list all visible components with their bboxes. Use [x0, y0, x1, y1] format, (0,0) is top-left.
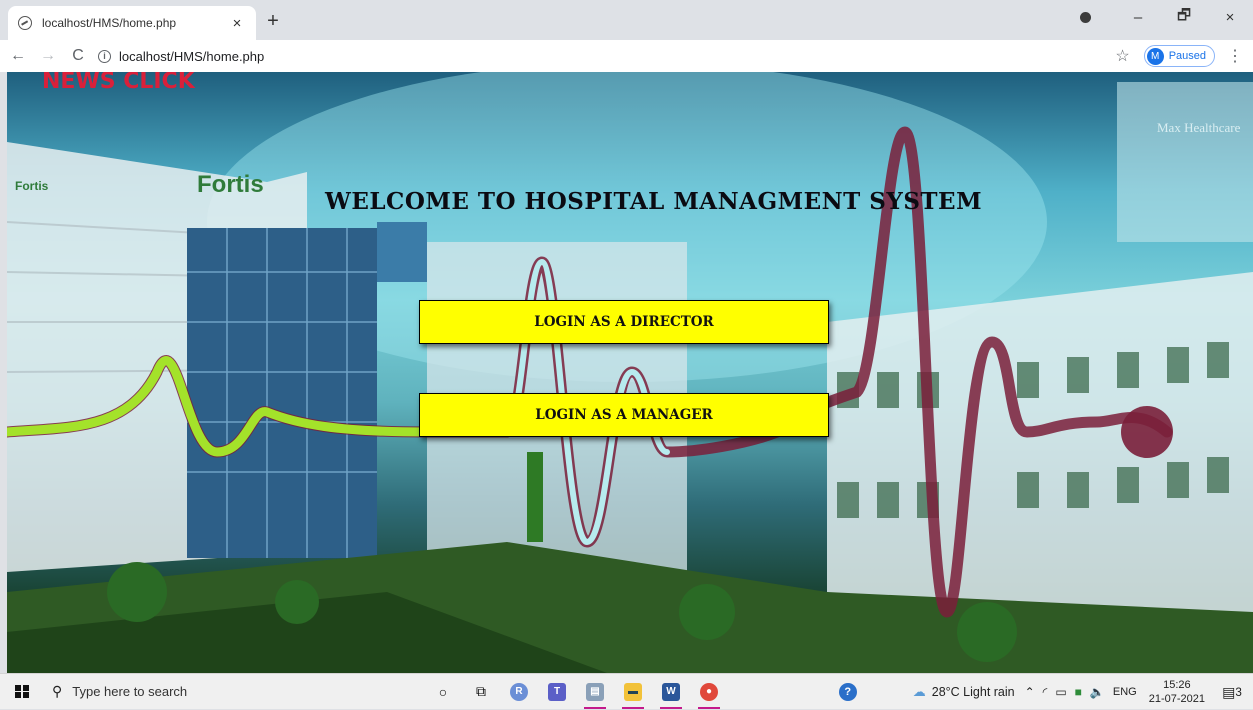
- file-explorer-icon[interactable]: ▬: [614, 675, 652, 709]
- app-tray-icon[interactable]: ■: [1075, 685, 1082, 699]
- wifi-icon[interactable]: ◜: [1043, 685, 1048, 699]
- r-app-icon[interactable]: R: [500, 675, 538, 709]
- reload-icon[interactable]: C: [66, 47, 90, 65]
- taskbar: ⚲ Type here to search ○ ⧉ R T ▤ ▬ W ● ? …: [0, 673, 1253, 709]
- language-indicator[interactable]: ENG: [1113, 686, 1137, 698]
- forward-arrow-icon[interactable]: →: [36, 47, 60, 65]
- notification-count: 3: [1235, 685, 1242, 699]
- record-indicator-icon: [1080, 11, 1091, 23]
- avatar: M: [1146, 47, 1164, 65]
- news-watermark: NEWS CLICK: [42, 72, 196, 94]
- bookmark-star-icon[interactable]: ☆: [1115, 46, 1129, 66]
- back-arrow-icon[interactable]: ←: [6, 47, 30, 65]
- login-manager-button[interactable]: LOGIN AS A MANAGER: [419, 393, 829, 437]
- max-healthcare-sign: Max Healthcare: [1157, 120, 1241, 135]
- kebab-menu-icon[interactable]: ⋮: [1227, 46, 1243, 66]
- restore-button[interactable]: 🗗: [1161, 5, 1207, 30]
- close-window-button[interactable]: ×: [1207, 9, 1253, 26]
- close-tab-icon[interactable]: ×: [228, 15, 246, 32]
- new-tab-button[interactable]: +: [262, 10, 284, 33]
- page-title: WELCOME TO HOSPITAL MANAGMENT SYSTEM: [325, 188, 983, 215]
- help-icon[interactable]: ?: [838, 683, 857, 701]
- cortana-icon[interactable]: ○: [424, 675, 462, 709]
- browser-toolbar: ← → C i localhost/HMS/home.php ☆ M Pause…: [0, 40, 1253, 72]
- task-view-icon[interactable]: ⧉: [462, 675, 500, 709]
- rain-cloud-icon: ☁: [912, 684, 926, 699]
- address-bar[interactable]: i localhost/HMS/home.php: [98, 43, 264, 69]
- toolbar-actions: ☆ M Paused ⋮: [1115, 45, 1243, 67]
- fortis-sign: Fortis: [197, 171, 264, 198]
- chevron-up-icon[interactable]: ⌃: [1025, 685, 1035, 699]
- browser-tab[interactable]: localhost/HMS/home.php ×: [8, 6, 256, 40]
- profile-button[interactable]: M Paused: [1143, 45, 1215, 67]
- hospital-background-image: NEWS CLICK Fortis Fortis Max Healthcare: [7, 72, 1253, 673]
- site-info-icon[interactable]: i: [98, 49, 111, 63]
- chrome-icon[interactable]: ●: [690, 675, 728, 709]
- tab-title: localhost/HMS/home.php: [42, 16, 177, 30]
- system-tray: ? ☁ 28°C Light rain ⌃ ◜ ▭ ■ 🔈 ENG 15:26 …: [838, 674, 1253, 710]
- clock-date: 21-07-2021: [1148, 693, 1205, 705]
- url-text[interactable]: localhost/HMS/home.php: [119, 49, 264, 64]
- minimize-button[interactable]: –: [1115, 9, 1161, 26]
- word-icon[interactable]: W: [652, 675, 690, 709]
- tab-strip: localhost/HMS/home.php × + – 🗗 ×: [0, 0, 1253, 40]
- profile-status: Paused: [1168, 50, 1206, 62]
- clock-time: 15:26: [1163, 679, 1191, 691]
- login-director-button[interactable]: LOGIN AS A DIRECTOR: [419, 300, 829, 344]
- search-icon: ⚲: [52, 683, 63, 699]
- weather-text: 28°C Light rain: [931, 685, 1015, 699]
- taskbar-search[interactable]: ⚲ Type here to search: [44, 674, 314, 710]
- weather-widget[interactable]: ☁ 28°C Light rain: [913, 684, 1015, 700]
- teams-icon[interactable]: T: [538, 675, 576, 709]
- battery-icon[interactable]: ▭: [1055, 685, 1066, 699]
- page-viewport: NEWS CLICK Fortis Fortis Max Healthcare …: [7, 72, 1253, 673]
- notification-icon[interactable]: ▤ 3: [1217, 677, 1247, 707]
- window-controls: – 🗗 ×: [1080, 0, 1253, 34]
- globe-icon: [18, 16, 32, 30]
- windows-start-icon[interactable]: [0, 674, 44, 710]
- search-placeholder: Type here to search: [72, 684, 188, 699]
- volume-icon[interactable]: 🔈: [1090, 685, 1105, 699]
- clock[interactable]: 15:26 21-07-2021: [1149, 678, 1205, 706]
- pinned-apps: ○ ⧉ R T ▤ ▬ W ●: [424, 675, 728, 709]
- fortis-sign-small: Fortis: [15, 179, 49, 193]
- app-window-icon[interactable]: ▤: [576, 675, 614, 709]
